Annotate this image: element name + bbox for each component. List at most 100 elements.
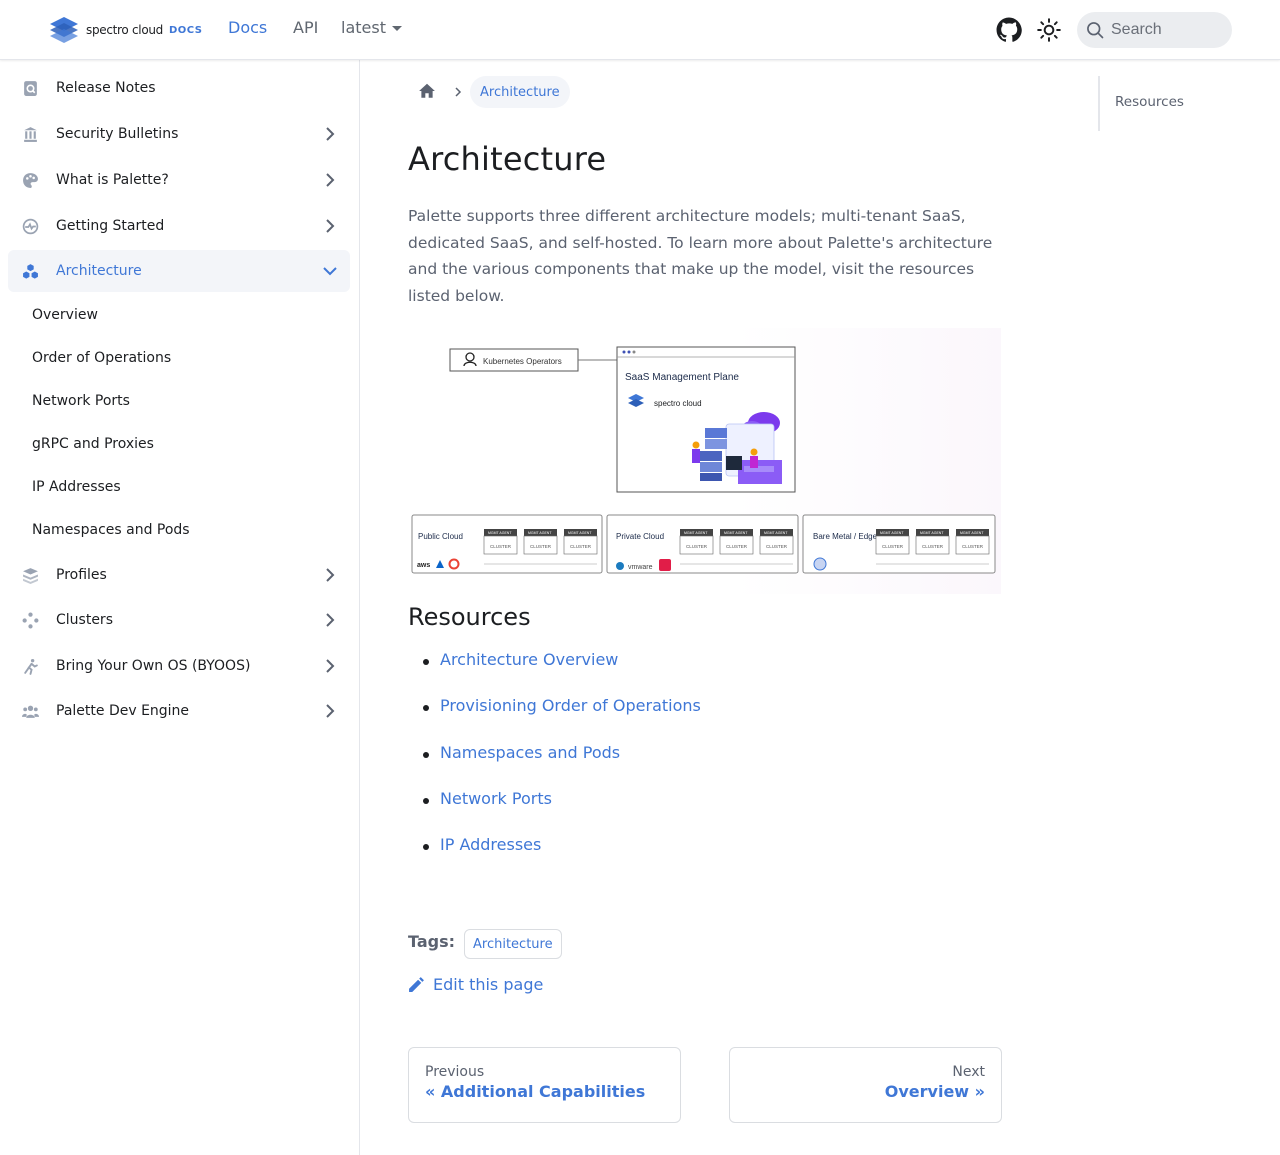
toc-rail [1098,76,1100,131]
sidebar-item-label: Security Bulletins [56,126,179,142]
sidebar-subitem-network-ports[interactable]: Network Ports [32,393,130,409]
home-icon[interactable] [418,82,436,100]
version-dropdown[interactable]: latest [341,18,402,37]
pagination-next[interactable]: Next Overview » [729,1047,1002,1123]
diagram-mgmt-plane-title: SaaS Management Plane [625,372,739,383]
pagination-previous[interactable]: Previous « Additional Capabilities [408,1047,681,1123]
intro-paragraph: Palette supports three different archite… [408,207,993,305]
svg-text:CLUSTER: CLUSTER [570,544,592,549]
toc-item-resources[interactable]: Resources [1115,94,1184,110]
svg-text:CLUSTER: CLUSTER [726,544,748,549]
sidebar-item-architecture[interactable]: Architecture [8,250,350,292]
top-navbar: spectro cloud DOCS Docs API latest Searc… [0,0,1280,60]
resource-link-network-ports[interactable]: Network Ports [408,789,701,835]
svg-text:CLUSTER: CLUSTER [922,544,944,549]
logo-text: spectro cloud [86,23,163,37]
svg-text:Public Cloud: Public Cloud [418,532,463,541]
sidebar-item-byoos[interactable]: Bring Your Own OS (BYOOS) [8,645,350,687]
brand-logo[interactable]: spectro cloud DOCS [48,15,203,45]
architecture-diagram: Kubernetes Operators SaaS Management Pla… [408,328,1001,594]
chevron-right-icon[interactable] [322,126,338,142]
sidebar-item-label: Release Notes [56,80,156,96]
diagram-k8s-operators: Kubernetes Operators [483,357,562,366]
svg-text:CLUSTER: CLUSTER [490,544,512,549]
caret-down-icon [391,26,402,31]
resources-heading: Resources [408,603,531,631]
sidebar-item-security-bulletins[interactable]: Security Bulletins [8,113,350,155]
svg-text:CLUSTER: CLUSTER [766,544,788,549]
sidebar-item-palette-dev-engine[interactable]: Palette Dev Engine [8,690,350,732]
search-doc-icon [22,80,39,97]
sidebar-item-getting-started[interactable]: Getting Started [8,205,350,247]
edit-page-link[interactable]: Edit this page [408,975,543,994]
resources-list: Architecture Overview Provisioning Order… [408,650,701,881]
svg-text:CLUSTER: CLUSTER [962,544,984,549]
sidebar: Release Notes Security Bulletins What is… [0,60,360,1155]
pagination-previous-label: « Additional Capabilities [425,1082,646,1101]
sidebar-item-what-is-palette[interactable]: What is Palette? [8,159,350,201]
chevron-down-icon[interactable] [322,263,338,279]
sidebar-subitem-grpc-and-proxies[interactable]: gRPC and Proxies [32,436,154,452]
pulse-icon [22,218,39,235]
sidebar-item-label: Clusters [56,612,113,628]
svg-text:CLUSTER: CLUSTER [882,544,904,549]
svg-text:aws: aws [417,562,430,569]
sidebar-item-label: Profiles [56,567,107,583]
chevron-right-icon[interactable] [322,658,338,674]
chevron-right-icon[interactable] [322,567,338,583]
svg-text:vmware: vmware [628,564,653,571]
page-title: Architecture [408,140,607,178]
pencil-icon [409,977,424,992]
pagination-next-label: Overview » [884,1082,985,1101]
sidebar-subitem-overview[interactable]: Overview [32,307,98,323]
resource-link-architecture-overview[interactable]: Architecture Overview [408,650,701,696]
sidebar-item-label: Bring Your Own OS (BYOOS) [56,658,251,674]
pagination-previous-sublabel: Previous [425,1064,485,1080]
svg-text:Bare Metal / Edge: Bare Metal / Edge [813,532,878,541]
svg-text:MGMT AGENT: MGMT AGENT [764,531,788,535]
chevron-right-icon[interactable] [322,703,338,719]
chevron-right-icon [455,87,462,97]
layers-icon [22,567,39,584]
tags-label: Tags: [408,932,456,951]
chevron-right-icon[interactable] [322,218,338,234]
nodes-icon [22,612,39,629]
theme-toggle-sun-icon[interactable] [1036,17,1062,43]
sidebar-item-label: What is Palette? [56,172,169,188]
resource-link-namespaces-pods[interactable]: Namespaces and Pods [408,743,701,789]
tag-architecture[interactable]: Architecture [464,929,562,959]
svg-text:MGMT AGENT: MGMT AGENT [880,531,904,535]
cubes-icon [22,263,39,280]
palette-icon [22,172,39,189]
svg-text:MGMT AGENT: MGMT AGENT [488,531,512,535]
svg-text:MGMT AGENT: MGMT AGENT [528,531,552,535]
bank-icon [22,126,39,143]
pagination-next-sublabel: Next [952,1064,985,1080]
nav-api-link[interactable]: API [293,18,318,37]
search-placeholder: Search [1111,21,1162,38]
svg-text:MGMT AGENT: MGMT AGENT [920,531,944,535]
resource-link-provisioning-order[interactable]: Provisioning Order of Operations [408,696,701,742]
sidebar-item-clusters[interactable]: Clusters [8,599,350,641]
nav-docs-link[interactable]: Docs [228,18,267,37]
sidebar-subitem-ip-addresses[interactable]: IP Addresses [32,479,121,495]
svg-text:CLUSTER: CLUSTER [530,544,552,549]
sidebar-subitem-namespaces-and-pods[interactable]: Namespaces and Pods [32,522,190,538]
svg-text:MGMT AGENT: MGMT AGENT [960,531,984,535]
breadcrumb-current: Architecture [470,76,570,108]
spectro-cloud-logo-icon [50,17,78,43]
users-icon [22,703,39,720]
sidebar-item-profiles[interactable]: Profiles [8,554,350,596]
chevron-right-icon[interactable] [322,172,338,188]
sidebar-item-label: Palette Dev Engine [56,703,190,719]
sidebar-item-release-notes[interactable]: Release Notes [8,67,350,109]
edit-page-label: Edit this page [433,975,544,994]
github-icon[interactable] [996,17,1022,43]
chevron-right-icon[interactable] [322,612,338,628]
svg-text:MGMT AGENT: MGMT AGENT [724,531,748,535]
logo-docs-label: DOCS [168,24,203,36]
resource-link-ip-addresses[interactable]: IP Addresses [408,835,701,881]
sidebar-subitem-order-of-operations[interactable]: Order of Operations [32,350,171,366]
sidebar-item-label: Architecture [56,263,142,279]
search-box[interactable]: Search [1077,12,1232,48]
